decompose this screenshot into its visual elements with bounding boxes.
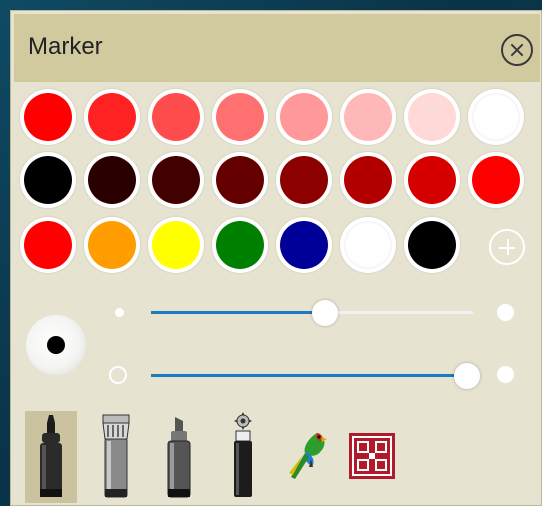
opacity-slider-thumb[interactable]	[453, 363, 480, 389]
color-swatch-fill	[152, 221, 200, 269]
color-swatch[interactable]	[276, 89, 332, 145]
color-swatch-fill	[408, 156, 456, 204]
opacity-slider-fill	[151, 374, 467, 377]
color-swatch[interactable]	[148, 89, 204, 145]
color-swatch-fill	[88, 221, 136, 269]
opacity-slider-track[interactable]	[151, 374, 473, 377]
color-swatch-fill	[24, 156, 72, 204]
close-icon[interactable]	[501, 34, 533, 66]
color-swatch[interactable]	[84, 89, 140, 145]
color-swatch-fill	[216, 156, 264, 204]
marker-pen-icon[interactable]	[25, 411, 77, 503]
color-swatch-fill	[88, 93, 136, 141]
title-bar: Marker	[14, 14, 540, 82]
color-swatch[interactable]	[468, 89, 524, 145]
hollow-circle-icon	[109, 366, 127, 384]
color-swatch[interactable]	[468, 152, 524, 208]
brush-marker-icon[interactable]	[89, 411, 141, 503]
chisel-marker-icon[interactable]	[153, 411, 205, 503]
pattern-tile-icon[interactable]	[345, 411, 397, 503]
color-swatch[interactable]	[276, 152, 332, 208]
color-swatch-fill	[344, 221, 392, 269]
parrot-icon[interactable]	[281, 411, 333, 503]
color-swatch[interactable]	[276, 217, 332, 273]
color-swatch-fill	[408, 93, 456, 141]
color-swatch[interactable]	[404, 152, 460, 208]
color-swatch-fill	[152, 93, 200, 141]
panel-title: Marker	[28, 33, 103, 60]
color-swatch[interactable]	[20, 89, 76, 145]
size-slider-fill	[151, 311, 325, 314]
color-swatch-fill	[408, 221, 456, 269]
color-swatch[interactable]	[404, 217, 460, 273]
color-swatch-fill	[24, 221, 72, 269]
color-swatch[interactable]	[84, 217, 140, 273]
color-swatch[interactable]	[212, 152, 268, 208]
large-dot-icon	[497, 304, 514, 321]
brush-preview-dot	[47, 336, 65, 354]
color-swatch-fill	[280, 221, 328, 269]
color-swatch[interactable]	[20, 152, 76, 208]
color-swatch[interactable]	[340, 152, 396, 208]
color-swatch-fill	[216, 221, 264, 269]
small-dot-icon	[115, 308, 124, 317]
gear-marker-icon[interactable]	[217, 411, 269, 503]
color-swatch[interactable]	[20, 217, 76, 273]
color-swatch-fill	[344, 156, 392, 204]
color-swatch[interactable]	[340, 89, 396, 145]
size-slider-thumb[interactable]	[311, 300, 338, 326]
color-swatch-fill	[344, 93, 392, 141]
color-swatch-fill	[24, 93, 72, 141]
color-swatch-fill	[472, 93, 520, 141]
color-swatch[interactable]	[212, 217, 268, 273]
color-swatch[interactable]	[404, 89, 460, 145]
color-swatch-fill	[152, 156, 200, 204]
color-swatch-fill	[216, 93, 264, 141]
add-color-icon[interactable]	[489, 229, 525, 265]
color-swatch[interactable]	[84, 152, 140, 208]
color-swatch[interactable]	[340, 217, 396, 273]
solid-circle-icon	[497, 366, 514, 383]
color-swatch-fill	[280, 156, 328, 204]
color-swatch-fill	[280, 93, 328, 141]
color-swatch-fill	[88, 156, 136, 204]
brush-preview	[26, 315, 86, 375]
color-swatch-fill	[472, 156, 520, 204]
marker-panel: Marker	[10, 10, 542, 506]
color-swatch[interactable]	[212, 89, 268, 145]
tool-bar	[19, 411, 539, 503]
color-swatch[interactable]	[148, 217, 204, 273]
color-swatch[interactable]	[148, 152, 204, 208]
